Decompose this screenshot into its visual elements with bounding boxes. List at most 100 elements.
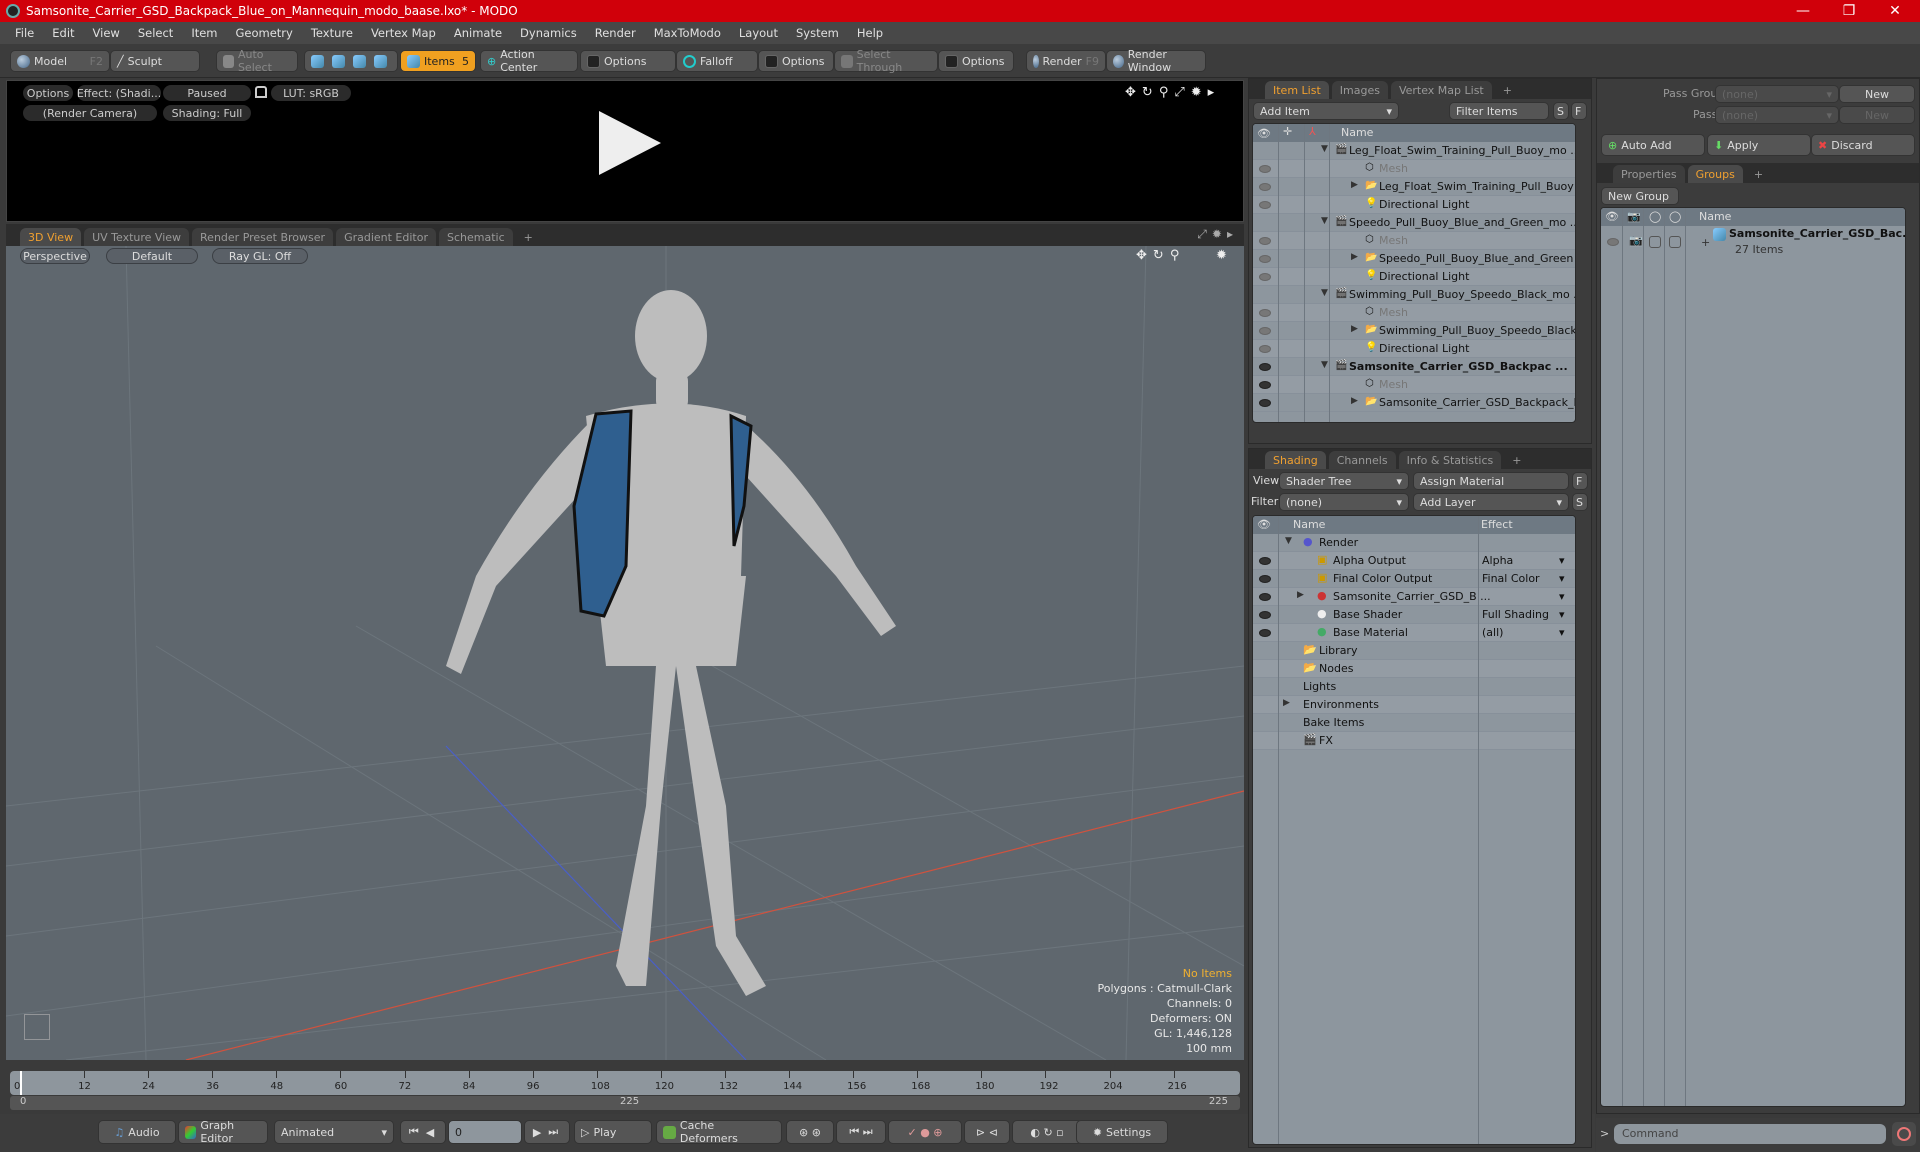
view-dropdown[interactable]: Shader Tree ▾ <box>1279 472 1409 490</box>
auto-add-button[interactable]: ⊕ Auto Add <box>1601 134 1705 156</box>
select-through-button[interactable]: Select Through <box>834 48 938 74</box>
auto-select-button[interactable]: Auto Select <box>216 48 298 74</box>
collapse-arrow-icon[interactable]: ▼ <box>1321 288 1328 298</box>
item-list-row[interactable]: ▶📂Swimming_Pull_Buoy_Speedo_Black(2) <box>1253 322 1575 340</box>
item-list-row[interactable]: 💡 Directional Light <box>1253 196 1575 214</box>
tab-gradient-editor[interactable]: Gradient Editor <box>336 228 436 246</box>
tab-uv-texture-view[interactable]: UV Texture View <box>84 228 190 246</box>
visibility-eye-icon[interactable] <box>1259 237 1271 245</box>
add-item-dropdown[interactable]: Add Item ▾ <box>1253 102 1399 120</box>
keyframe-tools[interactable]: ⊛ ⊛ <box>786 1120 834 1144</box>
menu-help[interactable]: Help <box>848 26 892 40</box>
visibility-eye-icon[interactable] <box>1259 345 1271 353</box>
graph-editor-button[interactable]: Graph Editor <box>178 1119 268 1145</box>
item-list-row[interactable]: ▼ 🎬 Leg_Float_Swim_Training_Pull_Buoy_mo .… <box>1253 142 1575 160</box>
shader-tree-row[interactable]: ▣ Final Color Output Final Color ▾ <box>1253 570 1575 588</box>
menu-animate[interactable]: Animate <box>445 26 511 40</box>
menu-select[interactable]: Select <box>129 26 182 40</box>
current-frame-input[interactable]: 0 <box>448 1120 522 1144</box>
tab-images[interactable]: Images <box>1331 81 1388 99</box>
tab-render-preset-browser[interactable]: Render Preset Browser <box>192 228 334 246</box>
action-center-button[interactable]: ⊕ Action Center <box>480 48 578 74</box>
item-list-row[interactable]: ▼ 🎬 Samsonite_Carrier_GSD_Backpac ... <box>1253 358 1575 376</box>
discard-button[interactable]: ✖ Discard <box>1811 134 1915 156</box>
chevron-down-icon[interactable]: ▾ <box>1559 572 1565 585</box>
select-through-options-button[interactable]: Options <box>938 50 1014 72</box>
next-key-buttons[interactable]: ▶ ⏭ <box>524 1120 570 1144</box>
tab-groups[interactable]: Groups <box>1687 165 1743 183</box>
visibility-eye-icon[interactable] <box>1259 201 1271 209</box>
render-toggle-icon[interactable]: 📷 <box>1629 234 1643 247</box>
viewport-gear-icon[interactable]: ✹ <box>1216 248 1227 263</box>
visibility-eye-icon[interactable] <box>1259 255 1271 263</box>
record-macro-button[interactable] <box>1892 1122 1916 1146</box>
record-tools[interactable]: ✓ ● ⊕ <box>888 1120 962 1144</box>
expand-arrow-icon[interactable]: ▶ <box>1351 180 1358 190</box>
add-layer-dropdown[interactable]: Add Layer ▾ <box>1413 493 1569 511</box>
maximize-button[interactable]: ❐ <box>1826 0 1872 22</box>
ray-gl-toggle[interactable]: Ray GL: Off <box>212 248 308 264</box>
render-button[interactable]: Render F9 <box>1026 50 1106 72</box>
model-mode-button[interactable]: Model F2 <box>10 50 110 72</box>
item-list-row[interactable]: ⬡ Mesh <box>1253 304 1575 322</box>
lut-dropdown[interactable]: LUT: sRGB <box>271 85 351 101</box>
shading-s-button[interactable]: S <box>1572 493 1588 511</box>
item-list-row[interactable]: ⬡ Mesh <box>1253 376 1575 394</box>
visibility-eye-icon[interactable] <box>1259 557 1271 565</box>
expand-arrow-icon[interactable]: ▶ <box>1351 324 1358 334</box>
menu-texture[interactable]: Texture <box>302 26 362 40</box>
new-pass-group-button[interactable]: New <box>1839 85 1915 103</box>
3d-viewport[interactable]: Perspective Default Ray GL: Off ✥↻⚲ ✹ No… <box>6 246 1244 1060</box>
materials-mode-icon[interactable] <box>374 54 387 68</box>
visibility-eye-icon[interactable] <box>1259 327 1271 335</box>
chevron-down-icon[interactable]: ▾ <box>1559 554 1565 567</box>
item-list-row[interactable]: ▶📂Speedo_Pull_Buoy_Blue_and_Green(2) <box>1253 250 1575 268</box>
visibility-eye-icon[interactable] <box>1259 399 1271 407</box>
key-nav-tools[interactable]: ⏮ ⏭ <box>836 1120 886 1144</box>
visibility-eye-icon[interactable] <box>1259 381 1271 389</box>
visibility-eye-icon[interactable] <box>1259 309 1271 317</box>
expand-arrow-icon[interactable]: ▶ <box>1297 590 1304 600</box>
tab-vertex-map-list[interactable]: Vertex Map List <box>1390 81 1492 99</box>
render-camera-dropdown[interactable]: (Render Camera) <box>23 105 157 121</box>
key-step-tools[interactable]: ⊳ ⊲ <box>964 1120 1010 1144</box>
visibility-eye-icon[interactable] <box>1607 238 1619 246</box>
item-list-row[interactable]: ⬡ Mesh <box>1253 232 1575 250</box>
shader-tree-row[interactable]: ● Base Material (all) ▾ <box>1253 624 1575 642</box>
perspective-dropdown[interactable]: Perspective <box>20 248 90 264</box>
render-status-button[interactable]: Paused <box>163 85 251 101</box>
add-tab-button[interactable]: + <box>1504 451 1529 469</box>
expand-arrow-icon[interactable]: ▶ <box>1283 698 1290 708</box>
expand-icon[interactable]: + <box>1701 236 1710 249</box>
menu-system[interactable]: System <box>787 26 848 40</box>
visibility-eye-icon[interactable] <box>1259 629 1271 637</box>
item-list-row[interactable]: ▼ 🎬 Swimming_Pull_Buoy_Speedo_Black_mo ... <box>1253 286 1575 304</box>
tab-properties[interactable]: Properties <box>1613 165 1685 183</box>
expand-arrow-icon[interactable]: ▶ <box>1351 396 1358 406</box>
menu-vertex-map[interactable]: Vertex Map <box>362 26 445 40</box>
visibility-eye-icon[interactable] <box>1259 575 1271 583</box>
visibility-eye-icon[interactable] <box>1259 363 1271 371</box>
item-list-row[interactable]: ▶ 📂Samsonite_Carrier_GSD_Backpack_Bl ... <box>1253 394 1575 412</box>
timeline-range-bar[interactable]: 0 225 225 <box>10 1096 1240 1110</box>
item-list-row[interactable]: ▶📂Leg_Float_Swim_Training_Pull_Buoy(2) <box>1253 178 1575 196</box>
animated-dropdown[interactable]: Animated ▾ <box>274 1120 394 1144</box>
settings-button[interactable]: ✹ Settings <box>1076 1120 1168 1144</box>
menu-view[interactable]: View <box>84 26 129 40</box>
collapse-arrow-icon[interactable]: ▼ <box>1321 144 1328 154</box>
shader-tree-row[interactable]: 📂 Nodes <box>1253 660 1575 678</box>
chevron-down-icon[interactable]: ▾ <box>1559 590 1565 603</box>
assign-material-button[interactable]: Assign Material <box>1413 472 1569 490</box>
items-mode-button[interactable]: Items 5 <box>400 50 476 72</box>
item-list-row[interactable]: ▼ 🎬 Speedo_Pull_Buoy_Blue_and_Green_mo ... <box>1253 214 1575 232</box>
shader-tree-row[interactable]: ▼ ● Render <box>1253 534 1575 552</box>
falloff-options-button[interactable]: Options <box>758 50 834 72</box>
passes-dropdown[interactable]: (none) ▾ <box>1715 106 1839 124</box>
collapse-arrow-icon[interactable]: ▼ <box>1321 360 1328 370</box>
play-button[interactable]: ▷ Play <box>574 1120 652 1144</box>
visibility-eye-icon[interactable] <box>1259 273 1271 281</box>
filter-f-button[interactable]: F <box>1571 102 1587 120</box>
tab-schematic[interactable]: Schematic <box>439 228 513 246</box>
shader-tree-row[interactable]: 🎬 FX <box>1253 732 1575 750</box>
effect-dropdown[interactable]: Full Shading <box>1482 608 1549 621</box>
